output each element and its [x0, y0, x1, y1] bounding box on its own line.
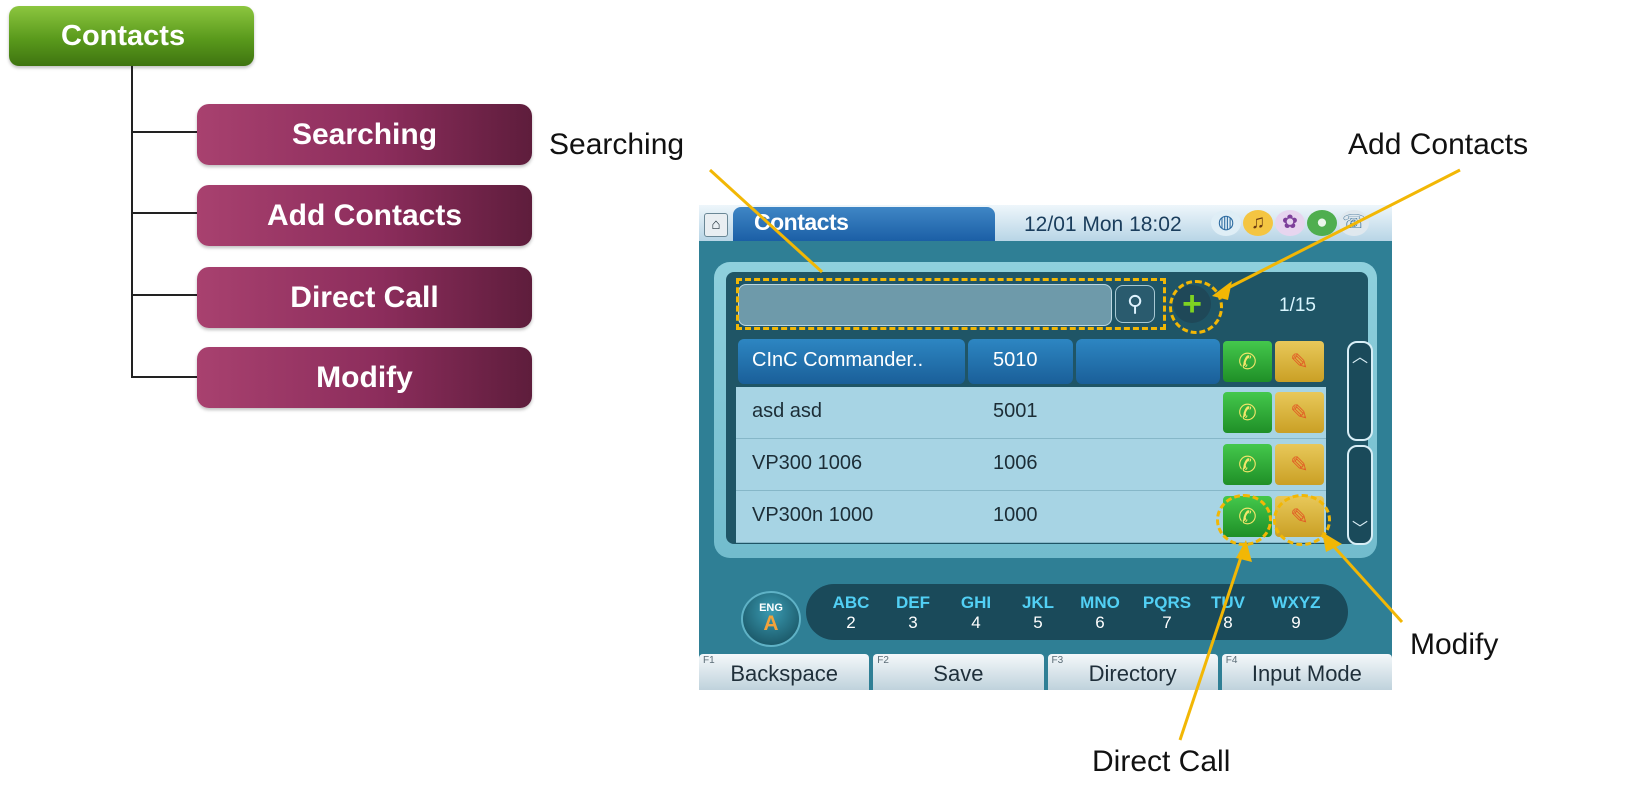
modify-arrowhead: [1322, 532, 1342, 552]
add-contacts-connector: [1219, 168, 1461, 294]
direct-call-arrowhead: [1236, 540, 1252, 562]
callout-connector-lines: [708, 168, 1461, 741]
direct-call-connector: [1178, 547, 1246, 741]
searching-connector: [708, 168, 824, 274]
add-contacts-arrowhead: [1212, 281, 1232, 300]
modify-connector: [1326, 538, 1404, 624]
